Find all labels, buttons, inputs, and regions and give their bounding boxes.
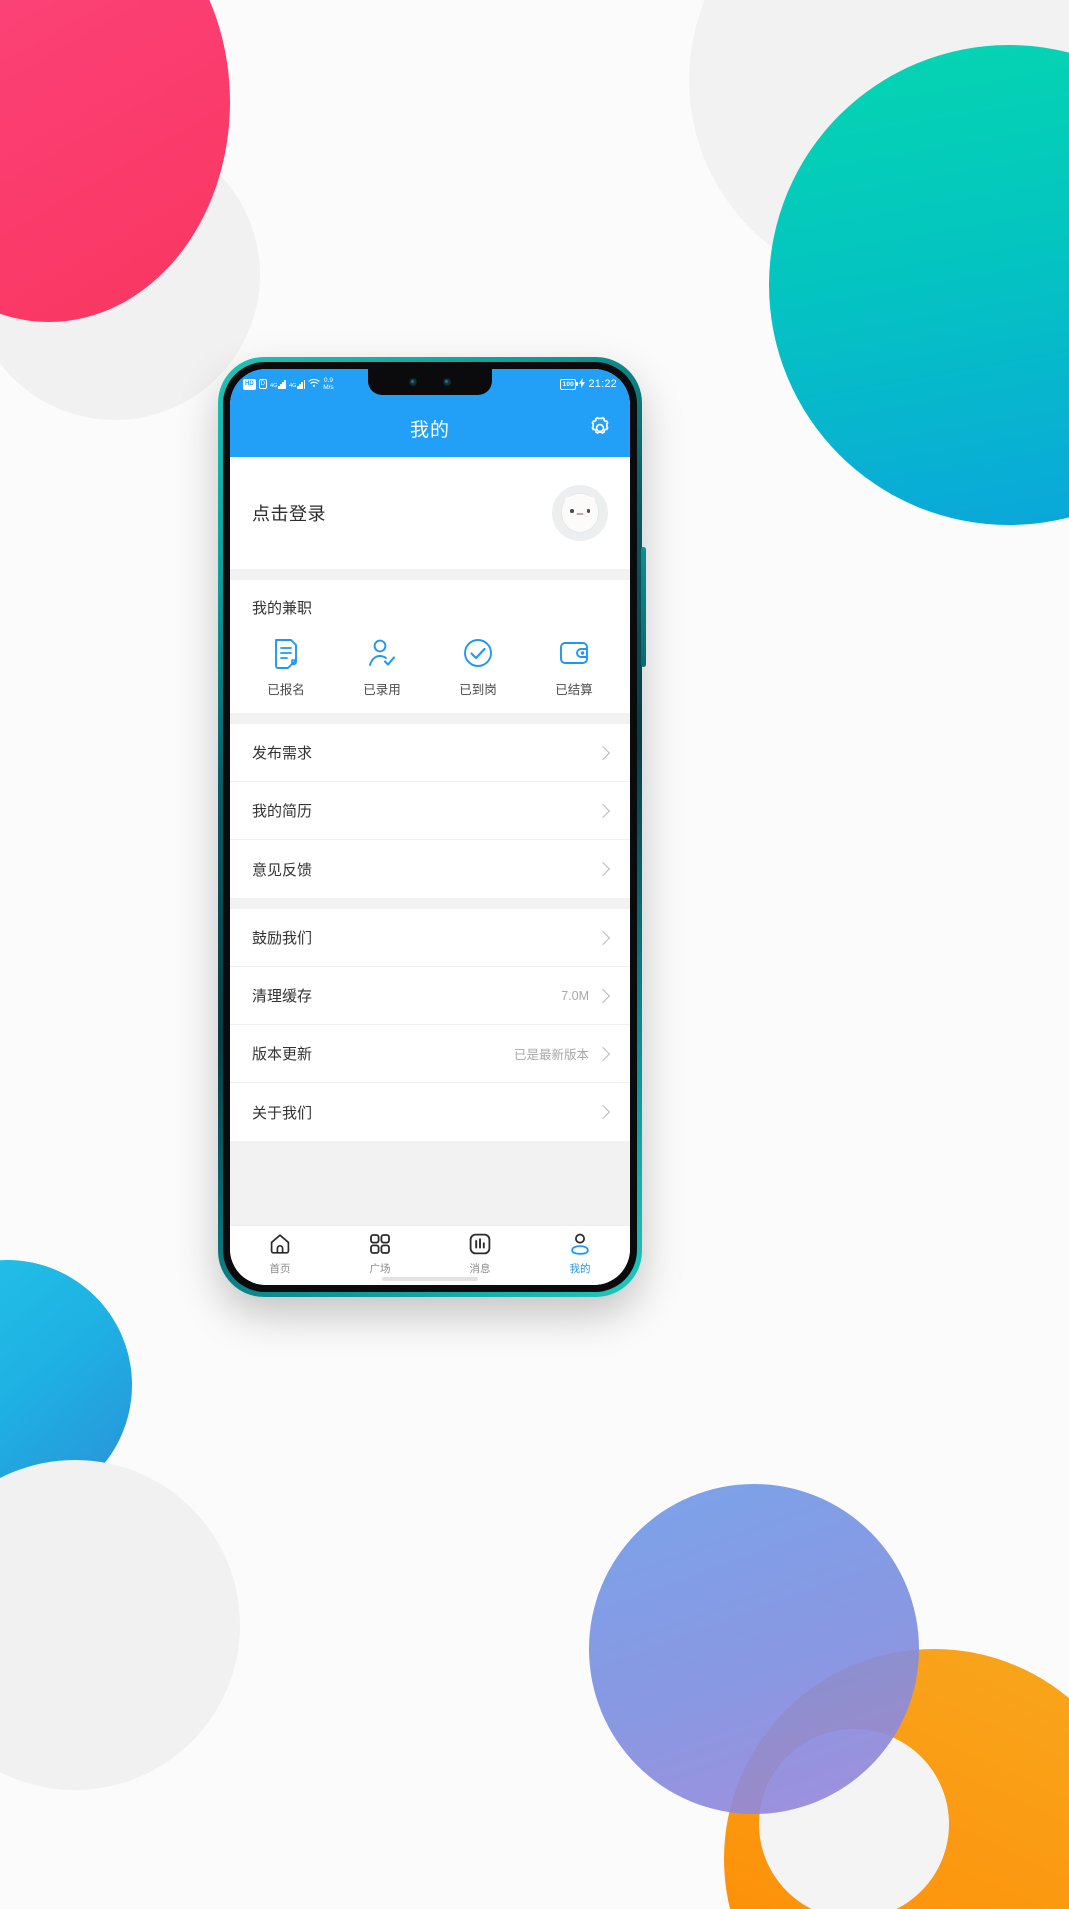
sim1-signal-icon bbox=[277, 379, 287, 389]
volte-badge: D bbox=[258, 379, 268, 389]
bottom-tab-bar: 首页 广场 消息 我的 bbox=[230, 1225, 630, 1285]
app-header: 我的 bbox=[230, 399, 630, 457]
quick-action-label: 已录用 bbox=[363, 683, 401, 697]
chevron-right-icon bbox=[595, 930, 611, 945]
chevron-right-icon bbox=[595, 1046, 611, 1061]
menu-item-label: 鼓励我们 bbox=[252, 930, 313, 947]
tab-label: 首页 bbox=[269, 1262, 291, 1275]
phone-bezel: HD D 4G 4G 0.9 M/s 100 21:22 我的 点击登录 我的兼… bbox=[223, 362, 637, 1292]
menu-item-label: 意见反馈 bbox=[252, 861, 313, 879]
menu-item-value: 7.0M bbox=[561, 988, 589, 1003]
power-button[interactable] bbox=[641, 547, 646, 667]
menu-item-value: 已是最新版本 bbox=[513, 1048, 589, 1062]
sim2-network-label: 4G bbox=[289, 383, 297, 389]
menu-item-label: 版本更新 bbox=[252, 1046, 313, 1063]
tab-messages[interactable]: 消息 bbox=[430, 1232, 530, 1276]
menu-item-label: 我的简历 bbox=[252, 803, 313, 820]
tab-plaza[interactable]: 广场 bbox=[330, 1232, 430, 1276]
network-speed-value: 0.9 bbox=[323, 377, 333, 384]
quick-action-label: 已结算 bbox=[555, 683, 593, 697]
wifi-icon bbox=[308, 378, 320, 390]
chevron-right-icon bbox=[595, 803, 611, 818]
sim2-signal-icon bbox=[296, 379, 306, 389]
tab-label: 我的 bbox=[569, 1262, 591, 1275]
default-avatar-icon bbox=[562, 494, 598, 532]
background-blob-grey-bottom-left bbox=[0, 1460, 240, 1790]
menu-item-feedback[interactable]: 意见反馈 bbox=[230, 840, 630, 898]
menu-item-clear-cache[interactable]: 清理缓存 7.0M bbox=[230, 967, 630, 1025]
wallet-icon bbox=[557, 636, 591, 670]
chevron-right-icon bbox=[595, 861, 611, 877]
parttime-quick-actions: 已报名 已录用 已到岗 已结算 bbox=[230, 622, 630, 698]
menu-item-version-update[interactable]: 版本更新 已是最新版本 bbox=[230, 1025, 630, 1083]
chevron-right-icon bbox=[595, 745, 611, 760]
display-notch bbox=[368, 369, 492, 395]
chevron-right-icon bbox=[595, 988, 611, 1003]
quick-action-registered[interactable]: 已报名 bbox=[238, 636, 334, 698]
tab-label: 广场 bbox=[369, 1262, 391, 1275]
section-divider bbox=[230, 713, 630, 724]
parttime-section: 我的兼职 已报名 已录用 已到岗 已结算 bbox=[230, 580, 630, 713]
front-camera-icon bbox=[409, 378, 417, 386]
chevron-right-icon bbox=[595, 1104, 611, 1120]
quick-action-label: 已报名 bbox=[267, 683, 305, 697]
gear-icon[interactable] bbox=[587, 415, 613, 441]
home-icon bbox=[268, 1232, 292, 1256]
quick-action-label: 已到岗 bbox=[459, 683, 497, 697]
grid-icon bbox=[368, 1232, 392, 1256]
user-check-icon bbox=[365, 636, 399, 670]
menu-item-publish-demand[interactable]: 发布需求 bbox=[230, 724, 630, 782]
battery-badge: 100 bbox=[560, 378, 579, 390]
tab-home[interactable]: 首页 bbox=[230, 1232, 330, 1276]
status-bar: HD D 4G 4G 0.9 M/s 100 21:22 bbox=[230, 369, 630, 399]
avatar[interactable] bbox=[552, 485, 608, 541]
network-speed: 0.9 M/s bbox=[323, 377, 333, 391]
status-bar-time: 21:22 bbox=[588, 378, 617, 390]
document-icon bbox=[269, 636, 303, 670]
home-indicator bbox=[382, 1277, 478, 1281]
tab-label: 消息 bbox=[469, 1262, 491, 1275]
sim1-network-label: 4G bbox=[270, 383, 278, 389]
phone-device-frame: HD D 4G 4G 0.9 M/s 100 21:22 我的 点击登录 我的兼… bbox=[218, 357, 646, 1297]
menu-item-label: 关于我们 bbox=[252, 1104, 313, 1122]
page-title: 我的 bbox=[409, 419, 450, 441]
menu-item-encourage-us[interactable]: 鼓励我们 bbox=[230, 909, 630, 967]
menu-group-secondary: 鼓励我们 清理缓存 7.0M 版本更新 已是最新版本 关于我们 bbox=[230, 909, 630, 1141]
section-divider bbox=[230, 569, 630, 580]
hd-badge: HD bbox=[243, 378, 256, 390]
menu-item-my-resume[interactable]: 我的简历 bbox=[230, 782, 630, 840]
page-body: 点击登录 我的兼职 已报名 已录用 已到岗 已结算 发布需求 我的简历 意见反馈… bbox=[230, 457, 630, 1225]
secondary-camera-icon bbox=[443, 378, 451, 386]
login-row[interactable]: 点击登录 bbox=[230, 457, 630, 569]
tab-mine[interactable]: 我的 bbox=[530, 1232, 630, 1276]
menu-item-label: 发布需求 bbox=[252, 745, 313, 762]
section-divider bbox=[230, 898, 630, 909]
parttime-title: 我的兼职 bbox=[252, 600, 313, 617]
person-icon bbox=[568, 1232, 592, 1256]
phone-screen: HD D 4G 4G 0.9 M/s 100 21:22 我的 点击登录 我的兼… bbox=[230, 369, 630, 1285]
chart-message-icon bbox=[468, 1232, 492, 1256]
check-circle-icon bbox=[461, 636, 495, 670]
quick-action-hired[interactable]: 已录用 bbox=[334, 636, 430, 698]
network-speed-unit: M/s bbox=[323, 384, 334, 391]
background-blob-periwinkle bbox=[589, 1484, 919, 1814]
menu-item-label: 清理缓存 bbox=[252, 988, 313, 1005]
quick-action-arrived[interactable]: 已到岗 bbox=[430, 636, 526, 698]
menu-item-about-us[interactable]: 关于我们 bbox=[230, 1083, 630, 1141]
menu-group-primary: 发布需求 我的简历 意见反馈 bbox=[230, 724, 630, 898]
quick-action-settled[interactable]: 已结算 bbox=[526, 636, 622, 698]
login-label: 点击登录 bbox=[252, 504, 326, 524]
lightning-bolt-icon bbox=[579, 377, 586, 391]
